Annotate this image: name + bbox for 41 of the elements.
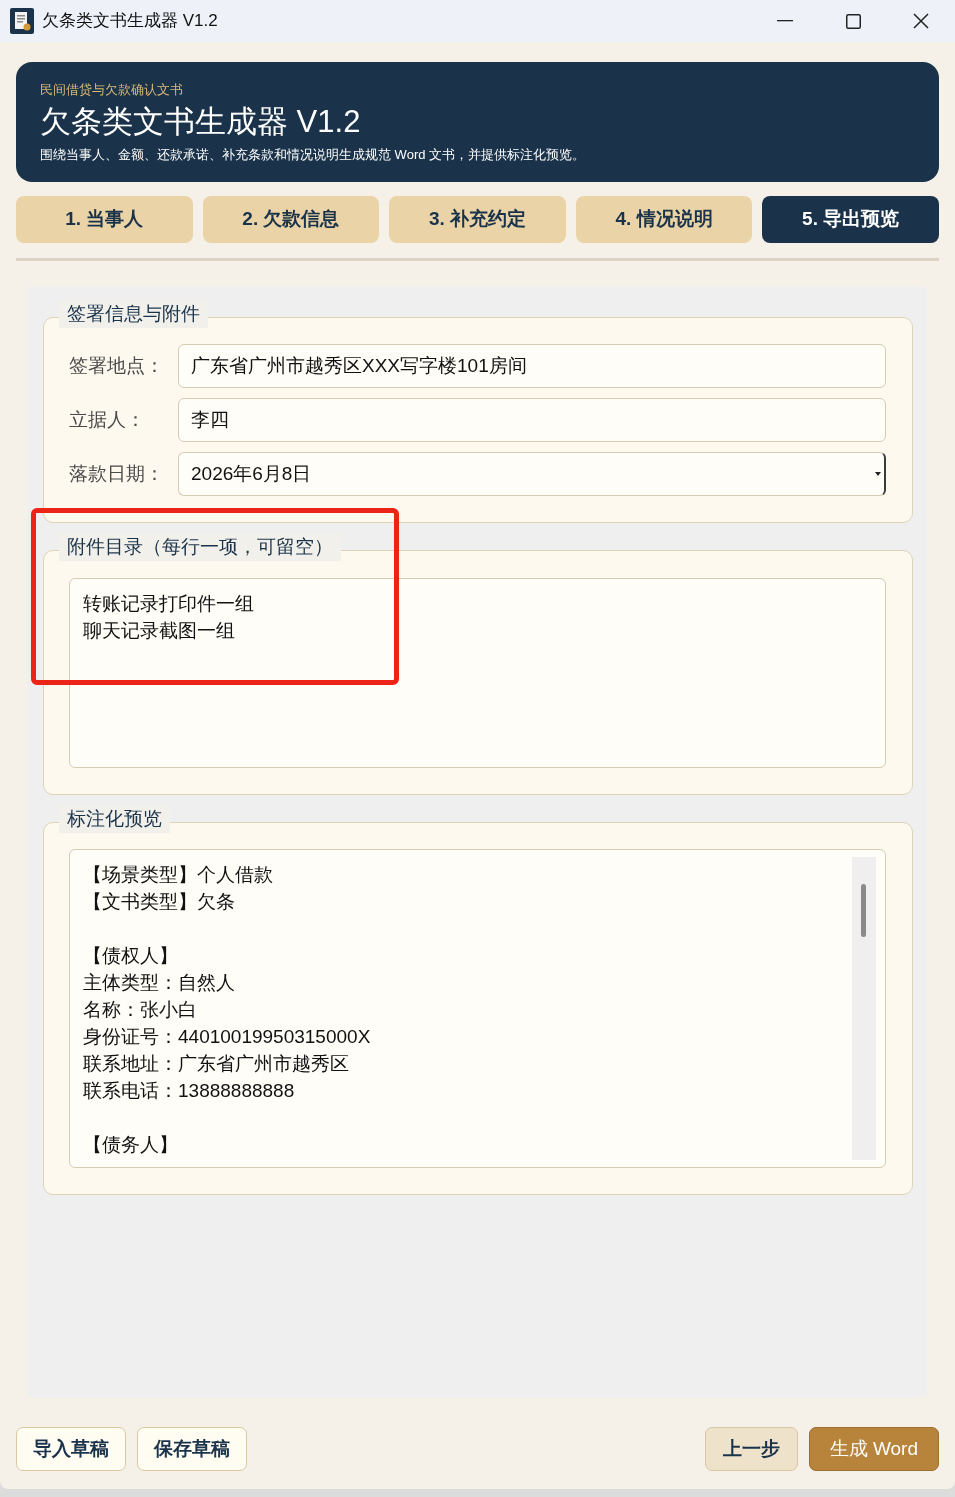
- step-tab[interactable]: 2. 欠款信息: [202, 196, 380, 243]
- text-input[interactable]: 广东省广州市越秀区XXX写字楼101房间: [178, 344, 886, 388]
- preview-line: 【债务人】: [83, 1133, 178, 1157]
- preview-line: 主体类型：自然人: [83, 971, 235, 995]
- preview-line: 身份证号：44010019950315000X: [83, 1025, 371, 1049]
- attachment-line: 转账记录打印件一组: [83, 592, 254, 616]
- group-title: 标注化预览: [59, 805, 170, 833]
- scrollbar-track[interactable]: [852, 857, 876, 1160]
- minimize-icon: [777, 20, 793, 22]
- preview-line: 联系电话：13888888888: [83, 1079, 295, 1103]
- window-title: 欠条类文书生成器 V1.2: [42, 10, 218, 33]
- footer-button[interactable]: 保存草稿: [137, 1427, 247, 1471]
- preview-line: 【债权人】: [83, 944, 178, 968]
- attachment-text-area[interactable]: 转账记录打印件一组 聊天记录截图一组: [69, 578, 886, 768]
- field-label: 签署地点：: [69, 353, 165, 378]
- footer-button[interactable]: 上一步: [704, 1427, 798, 1471]
- header-description: 围绕当事人、金额、还款承诺、补充条款和情况说明生成规范 Word 文书，并提供标注化预览。: [40, 145, 586, 164]
- scrollbar-thumb[interactable]: [861, 884, 866, 937]
- caret-down-icon: [875, 472, 881, 476]
- preview-line: 【文书类型】欠条: [83, 890, 235, 914]
- step-tab[interactable]: 1. 当事人: [16, 196, 193, 243]
- maximize-icon: [845, 13, 861, 29]
- group-title: 附件目录（每行一项，可留空）: [59, 533, 341, 561]
- preview-line: 联系地址：广东省广州市越秀区: [83, 1052, 349, 1076]
- document-icon: [10, 8, 34, 34]
- date-dropdown[interactable]: 2026年6月8日: [178, 452, 886, 496]
- close-icon: [913, 13, 929, 29]
- header-title: 欠条类文书生成器 V1.2: [40, 102, 361, 141]
- header-eyebrow: 民间借贷与欠款确认文书: [40, 80, 183, 99]
- step-tab[interactable]: 3. 补充约定: [389, 196, 566, 243]
- footer-button[interactable]: 导入草稿: [16, 1427, 126, 1471]
- field-label: 立据人：: [69, 407, 146, 432]
- preview-line: 【场景类型】个人借款: [83, 863, 273, 887]
- attachment-line: 聊天记录截图一组: [83, 619, 235, 643]
- text-input[interactable]: 李四: [178, 398, 886, 442]
- field-label: 落款日期：: [69, 461, 165, 486]
- step-tab[interactable]: 4. 情况说明: [575, 196, 753, 243]
- preview-line: 名称：张小白: [83, 998, 197, 1022]
- step-tab[interactable]: 5. 导出预览: [762, 196, 939, 243]
- group-title: 签署信息与附件: [59, 300, 208, 328]
- preview-text-area[interactable]: 【场景类型】个人借款 【文书类型】欠条 【债权人】 主体类型：自然人 名称：张小白 身份证号：44010019950315000X 联系地址：广东省广州市越秀区 联系电话：13888888888 【债务人】: [69, 849, 886, 1168]
